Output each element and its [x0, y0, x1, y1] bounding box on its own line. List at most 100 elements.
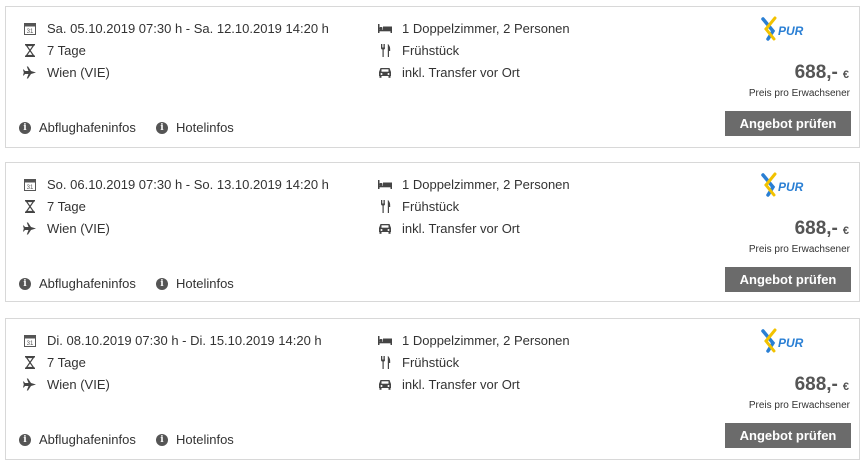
room-row: 1 Doppelzimmer, 2 Personen: [378, 19, 570, 37]
bed-icon: [378, 177, 392, 191]
offer-card: 31 Sa. 05.10.2019 07:30 h - Sa. 12.10.20…: [5, 6, 860, 148]
svg-text:PUR: PUR: [778, 180, 804, 194]
board-row: Frühstück: [378, 353, 459, 371]
room-row: 1 Doppelzimmer, 2 Personen: [378, 175, 570, 193]
price: 688,- €: [795, 374, 849, 396]
calendar-icon: 31: [23, 333, 37, 347]
board-text: Frühstück: [402, 354, 460, 370]
hotel-info-link[interactable]: i Hotelinfos: [156, 120, 234, 135]
hourglass-icon: [23, 43, 37, 57]
offer-card: 31 Di. 08.10.2019 07:30 h - Di. 15.10.20…: [5, 318, 860, 460]
airport-info-label: Abflughafeninfos: [39, 120, 136, 135]
transfer-text: inkl. Transfer vor Ort: [402, 376, 520, 392]
transfer-text: inkl. Transfer vor Ort: [402, 220, 520, 236]
price-note: Preis pro Erwachsener: [748, 244, 850, 255]
offer-card: 31 So. 06.10.2019 07:30 h - So. 13.10.20…: [5, 162, 860, 302]
airplane-icon: [23, 65, 37, 79]
price-amount: 688,-: [794, 218, 838, 239]
room-text: 1 Doppelzimmer, 2 Personen: [402, 332, 570, 348]
hotel-info-label: Hotelinfos: [176, 120, 234, 135]
price-currency: €: [842, 69, 849, 81]
dates-text: So. 06.10.2019 07:30 h - So. 13.10.2019 …: [47, 176, 329, 192]
price-note: Preis pro Erwachsener: [748, 88, 850, 99]
car-icon: [378, 377, 392, 391]
airport-row: Wien (VIE): [23, 63, 110, 81]
airport-text: Wien (VIE): [47, 376, 110, 392]
check-offer-button[interactable]: Angebot prüfen: [725, 267, 851, 292]
bed-icon: [378, 21, 392, 35]
room-row: 1 Doppelzimmer, 2 Personen: [378, 331, 570, 349]
info-icon: i: [156, 433, 168, 446]
check-offer-button[interactable]: Angebot prüfen: [725, 423, 851, 448]
calendar-icon: 31: [23, 177, 37, 191]
svg-text:PUR: PUR: [778, 336, 804, 350]
airplane-icon: [23, 221, 37, 235]
calendar-icon: 31: [23, 21, 37, 35]
price-amount: 688,-: [794, 374, 838, 395]
cutlery-icon: [378, 199, 392, 213]
dates-row: 31 Di. 08.10.2019 07:30 h - Di. 15.10.20…: [23, 331, 322, 349]
hotel-info-link[interactable]: i Hotelinfos: [156, 276, 234, 291]
dates-text: Di. 08.10.2019 07:30 h - Di. 15.10.2019 …: [47, 332, 322, 348]
car-icon: [378, 65, 392, 79]
duration-text: 7 Tage: [47, 354, 86, 370]
svg-text:PUR: PUR: [778, 24, 804, 38]
price-note: Preis pro Erwachsener: [748, 400, 850, 411]
board-text: Frühstück: [402, 198, 460, 214]
airplane-icon: [23, 377, 37, 391]
svg-text:31: 31: [27, 185, 34, 191]
board-row: Frühstück: [378, 41, 459, 59]
price: 688,- €: [795, 218, 849, 240]
info-icon: i: [156, 121, 168, 134]
duration-row: 7 Tage: [23, 197, 86, 215]
dates-row: 31 Sa. 05.10.2019 07:30 h - Sa. 12.10.20…: [23, 19, 329, 37]
xpur-logo: PUR: [761, 327, 819, 353]
hourglass-icon: [23, 199, 37, 213]
airport-info-link[interactable]: i Abflughafeninfos: [19, 276, 136, 291]
transfer-text: inkl. Transfer vor Ort: [402, 64, 520, 80]
transfer-row: inkl. Transfer vor Ort: [378, 219, 520, 237]
dates-text: Sa. 05.10.2019 07:30 h - Sa. 12.10.2019 …: [47, 20, 329, 36]
hotel-info-label: Hotelinfos: [176, 432, 234, 447]
xpur-logo: PUR: [761, 15, 819, 41]
car-icon: [378, 221, 392, 235]
cutlery-icon: [378, 355, 392, 369]
duration-row: 7 Tage: [23, 353, 86, 371]
duration-text: 7 Tage: [47, 42, 86, 58]
airport-info-link[interactable]: i Abflughafeninfos: [19, 432, 136, 447]
airport-row: Wien (VIE): [23, 219, 110, 237]
info-icon: i: [19, 121, 31, 134]
airport-text: Wien (VIE): [47, 64, 110, 80]
price-currency: €: [842, 225, 849, 237]
info-icon: i: [156, 277, 168, 290]
price: 688,- €: [795, 62, 849, 84]
info-icon: i: [19, 277, 31, 290]
airport-text: Wien (VIE): [47, 220, 110, 236]
board-row: Frühstück: [378, 197, 459, 215]
transfer-row: inkl. Transfer vor Ort: [378, 375, 520, 393]
airport-info-label: Abflughafeninfos: [39, 432, 136, 447]
board-text: Frühstück: [402, 42, 460, 58]
svg-text:31: 31: [27, 341, 34, 347]
xpur-logo: PUR: [761, 171, 819, 197]
hourglass-icon: [23, 355, 37, 369]
airport-row: Wien (VIE): [23, 375, 110, 393]
hotel-info-label: Hotelinfos: [176, 276, 234, 291]
info-icon: i: [19, 433, 31, 446]
room-text: 1 Doppelzimmer, 2 Personen: [402, 176, 570, 192]
svg-text:31: 31: [27, 29, 34, 35]
bed-icon: [378, 333, 392, 347]
dates-row: 31 So. 06.10.2019 07:30 h - So. 13.10.20…: [23, 175, 329, 193]
airport-info-link[interactable]: i Abflughafeninfos: [19, 120, 136, 135]
offer-list: 31 Sa. 05.10.2019 07:30 h - Sa. 12.10.20…: [0, 0, 868, 465]
hotel-info-link[interactable]: i Hotelinfos: [156, 432, 234, 447]
price-amount: 688,-: [794, 62, 838, 83]
price-currency: €: [842, 381, 849, 393]
duration-text: 7 Tage: [47, 198, 86, 214]
airport-info-label: Abflughafeninfos: [39, 276, 136, 291]
check-offer-button[interactable]: Angebot prüfen: [725, 111, 851, 136]
cutlery-icon: [378, 43, 392, 57]
transfer-row: inkl. Transfer vor Ort: [378, 63, 520, 81]
duration-row: 7 Tage: [23, 41, 86, 59]
room-text: 1 Doppelzimmer, 2 Personen: [402, 20, 570, 36]
